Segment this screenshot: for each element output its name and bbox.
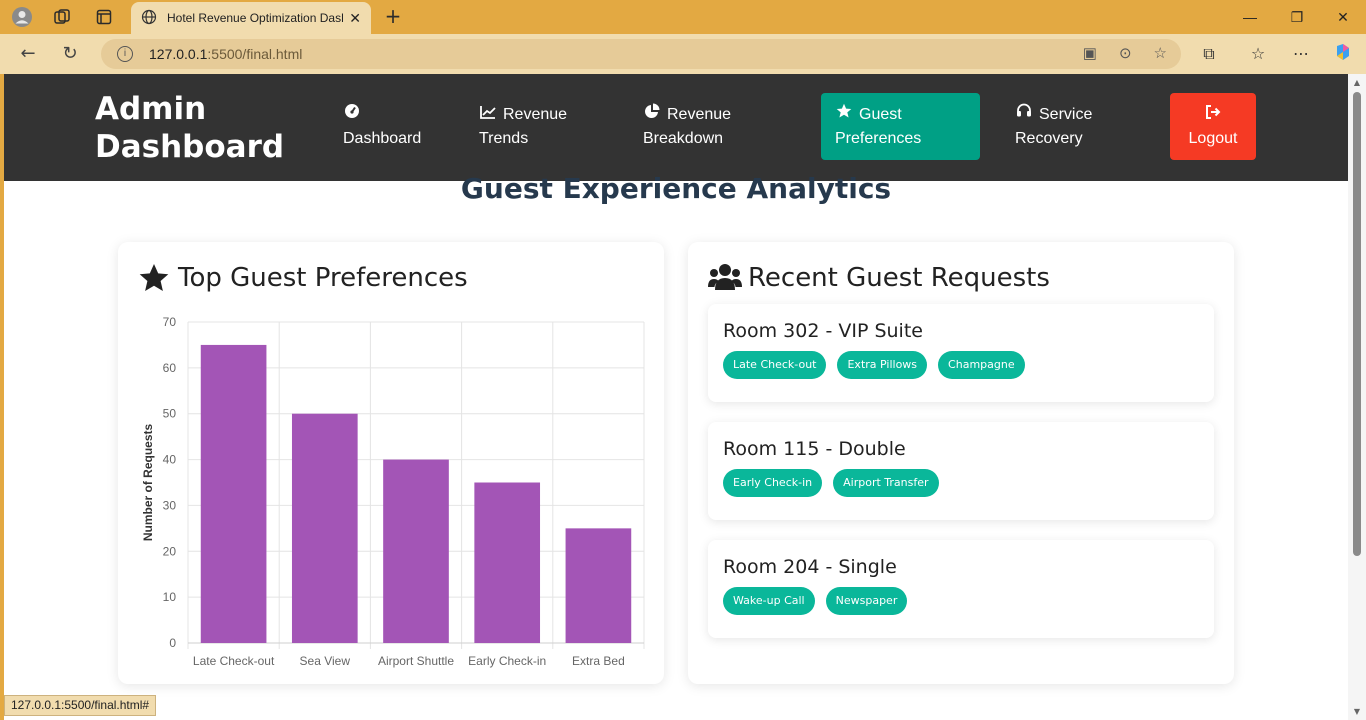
camera-off-icon[interactable]: ▣ xyxy=(1083,44,1097,62)
y-tick-label: 50 xyxy=(163,407,177,421)
sign-out-icon xyxy=(1204,103,1222,127)
x-tick-label: Early Check-in xyxy=(468,654,546,668)
browser-tab-active[interactable]: Hotel Revenue Optimization Dash ✕ xyxy=(131,2,371,34)
profile-icon[interactable] xyxy=(10,5,34,29)
app-header: Admin Dashboard Dashboard Revenue Trends… xyxy=(4,74,1348,181)
requests-title-text: Recent Guest Requests xyxy=(748,263,1050,293)
request-tag: Airport Transfer xyxy=(833,469,939,497)
pie-chart-icon xyxy=(643,103,661,127)
request-tag: Wake-up Call xyxy=(723,587,815,615)
y-axis-title: Number of Requests xyxy=(141,424,155,542)
page-title: Guest Experience Analytics xyxy=(460,172,892,205)
request-tag: Late Check-out xyxy=(723,351,827,379)
gauge-icon xyxy=(343,103,361,127)
tab-actions-icon[interactable] xyxy=(92,5,116,29)
logout-button[interactable]: Logout xyxy=(1170,93,1256,160)
bar xyxy=(474,482,541,643)
bar xyxy=(565,528,632,643)
request-room: Room 302 - VIP Suite xyxy=(723,320,923,342)
browser-tab-bar: Hotel Revenue Optimization Dash ✕ + — ❐ … xyxy=(0,0,1366,34)
restore-icon[interactable]: ❐ xyxy=(1285,5,1309,29)
reload-icon[interactable]: ↻ xyxy=(58,42,82,66)
y-tick-label: 30 xyxy=(163,498,177,512)
y-tick-label: 0 xyxy=(169,636,176,650)
requests-card: Recent Guest Requests Room 302 - VIP Sui… xyxy=(688,242,1234,684)
address-bar[interactable]: i 127.0.0.1:5500/final.html ▣ ⊙ ☆ xyxy=(101,39,1181,69)
requests-card-title: Recent Guest Requests xyxy=(708,262,1050,294)
nav-guest-preferences[interactable]: Guest Preferences xyxy=(821,93,980,160)
x-tick-label: Airport Shuttle xyxy=(378,654,454,668)
star-icon xyxy=(835,103,853,127)
extensions-icon[interactable]: ⧉ xyxy=(1197,42,1221,66)
request-tag: Extra Pillows xyxy=(837,351,928,379)
x-tick-label: Late Check-out xyxy=(193,654,275,668)
scroll-up-icon[interactable]: ▲ xyxy=(1352,78,1362,87)
scroll-down-icon[interactable]: ▼ xyxy=(1352,707,1362,716)
link-status-bar: 127.0.0.1:5500/final.html# xyxy=(4,695,157,716)
y-tick-label: 40 xyxy=(163,453,177,467)
bar xyxy=(383,459,449,643)
y-tick-label: 60 xyxy=(163,361,177,375)
preferences-card-title: Top Guest Preferences xyxy=(138,262,468,294)
users-icon xyxy=(708,262,742,294)
page-scrollbar[interactable]: ▲ ▼ xyxy=(1348,74,1366,720)
favorite-star-icon[interactable]: ☆ xyxy=(1154,44,1167,62)
browser-toolbar: ← ↻ i 127.0.0.1:5500/final.html ▣ ⊙ ☆ ⧉ … xyxy=(0,34,1366,74)
nav-revenue-breakdown[interactable]: Revenue Breakdown xyxy=(629,93,779,160)
bar xyxy=(200,344,267,643)
headset-icon xyxy=(1015,103,1033,127)
new-tab-icon[interactable]: + xyxy=(382,5,404,27)
preferences-bar-chart: 0 10 20 30 40 50 60 70 Late Check-out Sea View Air… xyxy=(141,315,645,668)
y-tick-label: 70 xyxy=(163,315,177,329)
menu-dots-icon[interactable]: ⋯ xyxy=(1289,42,1313,66)
scroll-thumb[interactable] xyxy=(1353,92,1361,556)
close-tab-icon[interactable]: ✕ xyxy=(349,10,361,27)
more-tools-icon[interactable]: ⊙ xyxy=(1119,44,1132,62)
request-item[interactable]: Room 302 - VIP Suite Late Check-out Extr… xyxy=(708,304,1214,402)
nav-revenue-trends[interactable]: Revenue Trends xyxy=(465,93,605,160)
star-icon xyxy=(138,262,170,294)
preferences-card: Top Guest Preferences 0 10 20 30 40 50 60 70 Lat… xyxy=(118,242,664,684)
tab-title: Hotel Revenue Optimization Dash xyxy=(167,11,344,25)
nav-dashboard-label: Dashboard xyxy=(343,130,422,147)
request-room: Room 204 - Single xyxy=(723,556,897,578)
logout-label: Logout xyxy=(1188,130,1238,147)
request-item[interactable]: Room 115 - Double Early Check-in Airport… xyxy=(708,422,1214,520)
preferences-title-text: Top Guest Preferences xyxy=(178,263,468,293)
page-viewport: Admin Dashboard Dashboard Revenue Trends… xyxy=(4,74,1348,720)
minimize-icon[interactable]: — xyxy=(1238,5,1262,29)
url-path: :5500/final.html xyxy=(207,46,303,62)
request-tag: Early Check-in xyxy=(723,469,823,497)
site-info-icon[interactable]: i xyxy=(117,46,133,62)
x-tick-label: Extra Bed xyxy=(572,654,625,668)
request-room: Room 115 - Double xyxy=(723,438,906,460)
globe-icon xyxy=(141,9,157,28)
copilot-icon[interactable] xyxy=(1331,42,1355,66)
back-icon[interactable]: ← xyxy=(16,42,40,66)
brand-title: Admin Dashboard xyxy=(95,91,285,165)
request-item[interactable]: Room 204 - Single Wake-up Call Newspaper xyxy=(708,540,1214,638)
close-window-icon[interactable]: ✕ xyxy=(1331,5,1355,29)
line-chart-icon xyxy=(479,103,497,127)
x-tick-label: Sea View xyxy=(300,654,351,668)
y-tick-label: 20 xyxy=(163,544,177,558)
request-tag: Champagne xyxy=(938,351,1025,379)
bar xyxy=(291,413,358,643)
nav-dashboard[interactable]: Dashboard xyxy=(329,93,439,160)
request-tag: Newspaper xyxy=(825,587,908,615)
favorites-icon[interactable]: ☆ xyxy=(1246,42,1270,66)
url-host: 127.0.0.1 xyxy=(149,46,208,62)
y-tick-label: 10 xyxy=(163,590,177,604)
nav-service-recovery[interactable]: Service Recovery xyxy=(1001,93,1141,160)
workspaces-icon[interactable] xyxy=(50,5,74,29)
